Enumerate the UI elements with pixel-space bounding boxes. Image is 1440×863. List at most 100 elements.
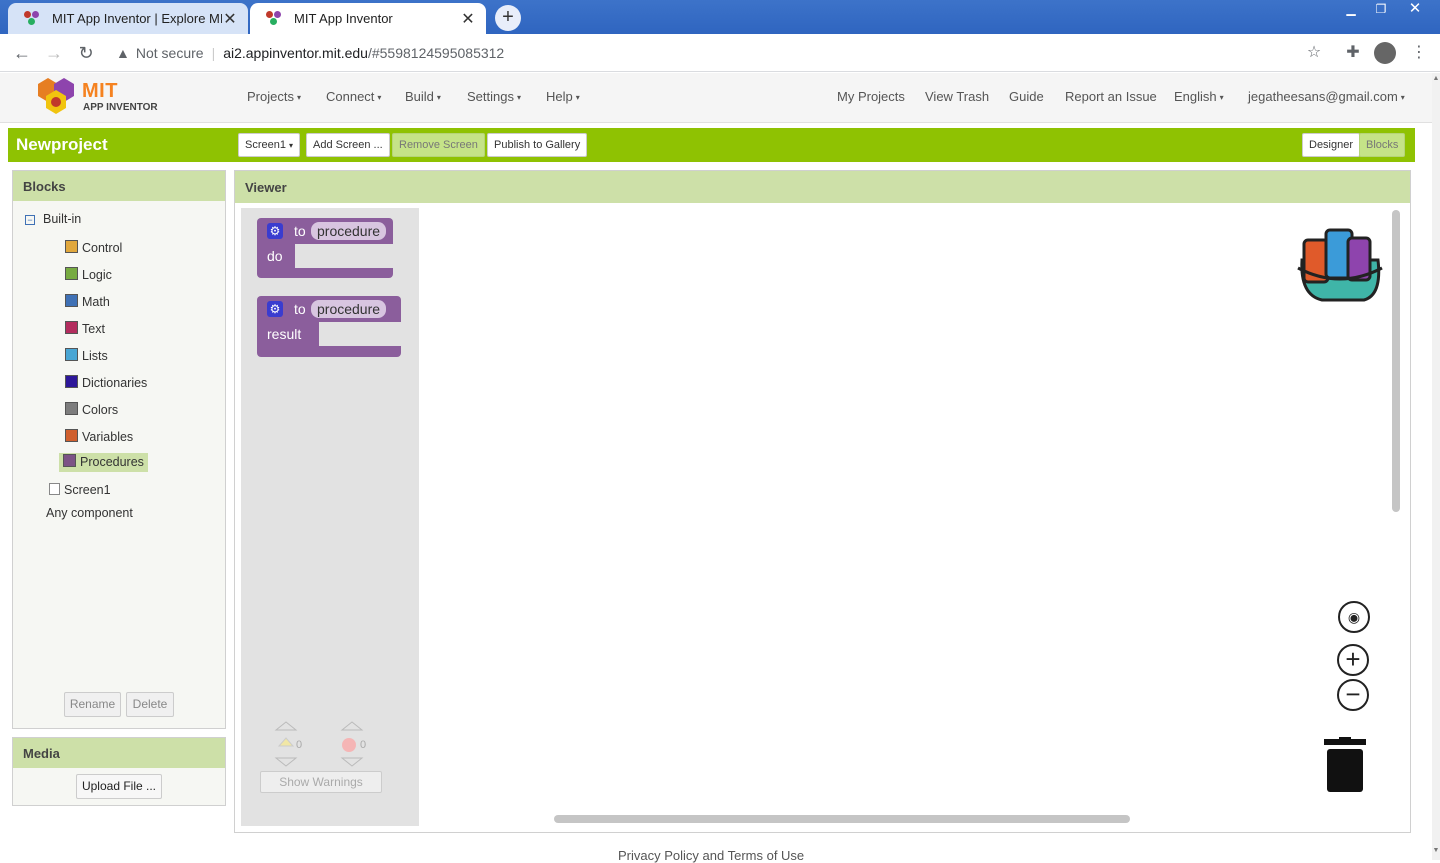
link-report-issue[interactable]: Report an Issue <box>1065 89 1157 104</box>
logo-subtitle: APP INVENTOR <box>83 102 158 113</box>
blocks-panel-title: Blocks <box>13 171 225 201</box>
logo-title: MIT <box>82 80 118 102</box>
zoom-in-icon[interactable]: + <box>1337 644 1369 676</box>
address-bar: ← → ↻ ▲ Not secure | ai2.appinventor.mit… <box>0 34 1440 72</box>
viewer-title: Viewer <box>235 171 1410 203</box>
tab-title: MIT App Inventor | Explore MIT A <box>52 11 222 26</box>
logic-swatch-icon <box>65 267 78 280</box>
procedure-do-block[interactable]: ⚙ to procedure do <box>257 218 394 278</box>
backpack-icon[interactable] <box>1292 220 1384 306</box>
forward-icon[interactable]: → <box>40 40 68 66</box>
url-hash: /#5598124595085312 <box>367 45 505 61</box>
close-tab-icon[interactable]: ✕ <box>460 9 476 29</box>
category-control[interactable]: Control <box>65 240 122 255</box>
browser-menu-icon[interactable]: ⋮ <box>1408 42 1430 64</box>
block2-name-field[interactable]: procedure <box>311 300 387 318</box>
lists-swatch-icon <box>65 348 78 361</box>
errors-indicator[interactable]: 0 <box>340 720 370 770</box>
block2-result-label: result <box>267 326 302 342</box>
block1-name-field[interactable]: procedure <box>311 222 387 240</box>
warning-icon: ▲ <box>116 45 130 61</box>
category-colors[interactable]: Colors <box>65 402 118 417</box>
warning-nav-arrows-icon <box>274 721 298 767</box>
trash-icon[interactable] <box>1322 737 1368 793</box>
close-window-icon[interactable]: ✕ <box>1398 0 1432 20</box>
builtin-tree-node[interactable]: − Built-in <box>25 212 81 226</box>
restore-icon[interactable]: ❐ <box>1364 0 1398 20</box>
screen-icon <box>49 483 60 495</box>
close-tab-icon[interactable]: ✕ <box>222 9 238 29</box>
mit-app-inventor-logo[interactable]: MIT APP INVENTOR <box>36 76 166 118</box>
control-swatch-icon <box>65 240 78 253</box>
menu-settings[interactable]: Settings ▾ <box>467 89 521 104</box>
browser-tab-1[interactable]: MIT App Inventor | Explore MIT A ✕ <box>8 3 248 34</box>
new-tab-button[interactable]: + <box>495 5 521 31</box>
extensions-icon[interactable]: ✚ <box>1342 42 1364 64</box>
designer-button[interactable]: Designer <box>1302 133 1361 157</box>
zoom-out-icon[interactable]: − <box>1337 679 1369 711</box>
show-warnings-button[interactable]: Show Warnings <box>260 771 382 793</box>
url-field[interactable]: ▲ Not secure | ai2.appinventor.mit.edu /… <box>108 39 1333 67</box>
tab-title: MIT App Inventor <box>294 11 393 26</box>
account-menu[interactable]: jegatheesans@gmail.com ▾ <box>1248 89 1405 104</box>
upload-file-button[interactable]: Upload File ... <box>76 774 162 799</box>
gear-icon[interactable]: ⚙ <box>267 301 283 317</box>
security-label: Not secure <box>135 45 204 61</box>
privacy-terms-link[interactable]: Privacy Policy and Terms of Use <box>618 848 804 863</box>
app-header: MIT APP INVENTOR Projects ▾ Connect ▾ Buil… <box>0 73 1432 123</box>
language-menu[interactable]: English ▾ <box>1174 89 1224 104</box>
scroll-down-icon[interactable]: ▼ <box>1432 847 1440 854</box>
blocks-button[interactable]: Blocks <box>1359 133 1406 157</box>
scroll-up-icon[interactable]: ▲ <box>1432 75 1440 82</box>
back-icon[interactable]: ← <box>8 40 36 66</box>
category-procedures[interactable]: Procedures <box>59 453 148 472</box>
block1-footer <box>257 268 393 278</box>
recenter-icon[interactable]: ◉ <box>1338 601 1370 633</box>
link-guide[interactable]: Guide <box>1009 89 1044 104</box>
delete-button[interactable]: Delete <box>126 692 174 717</box>
menu-build[interactable]: Build ▾ <box>405 89 441 104</box>
procedures-swatch-icon <box>63 454 76 467</box>
category-logic[interactable]: Logic <box>65 267 112 282</box>
viewer-horizontal-scrollbar[interactable] <box>554 815 1130 823</box>
procedure-result-block[interactable]: ⚙ to procedure result <box>257 296 402 357</box>
builtin-label: Built-in <box>43 212 82 226</box>
remove-screen-button[interactable]: Remove Screen <box>392 133 485 157</box>
logo-icon <box>38 78 74 114</box>
browser-tab-2[interactable]: MIT App Inventor ✕ <box>250 3 486 34</box>
bookmark-star-icon[interactable]: ☆ <box>1303 42 1325 64</box>
category-text[interactable]: Text <box>65 321 105 336</box>
rename-button[interactable]: Rename <box>64 692 121 717</box>
collapse-icon[interactable]: − <box>25 215 35 225</box>
screen1-tree-node[interactable]: Screen1 <box>49 483 111 497</box>
add-screen-button[interactable]: Add Screen ... <box>306 133 390 157</box>
link-my-projects[interactable]: My Projects <box>837 89 905 104</box>
errors-count: 0 <box>360 739 367 751</box>
menu-projects[interactable]: Projects ▾ <box>247 89 301 104</box>
reload-icon[interactable]: ↻ <box>72 40 100 66</box>
warnings-count: 0 <box>296 739 303 751</box>
variables-swatch-icon <box>65 429 78 442</box>
menu-connect[interactable]: Connect ▾ <box>326 89 381 104</box>
gear-icon[interactable]: ⚙ <box>267 223 283 239</box>
minimize-icon[interactable]: ▁ <box>1334 0 1368 20</box>
browser-titlebar: MIT App Inventor | Explore MIT A ✕ MIT A… <box>0 0 1440 34</box>
block2-to-label: to <box>294 301 306 317</box>
category-math[interactable]: Math <box>65 294 110 309</box>
any-component-node[interactable]: Any component <box>46 506 133 520</box>
category-variables[interactable]: Variables <box>65 429 133 444</box>
profile-avatar[interactable] <box>1374 42 1396 64</box>
publish-gallery-button[interactable]: Publish to Gallery <box>487 133 588 157</box>
block1-do-label: do <box>267 248 283 264</box>
category-lists[interactable]: Lists <box>65 348 108 363</box>
page-scrollbar[interactable]: ▲ ▼ <box>1432 73 1440 860</box>
viewer-vertical-scrollbar[interactable] <box>1392 210 1400 512</box>
project-toolbar: Newproject Screen1 ▾ Add Screen ... Remo… <box>8 128 1415 162</box>
link-view-trash[interactable]: View Trash <box>925 89 989 104</box>
block1-to-label: to <box>294 223 306 239</box>
warnings-indicator[interactable]: 0 <box>274 720 304 770</box>
category-dictionaries[interactable]: Dictionaries <box>65 375 147 390</box>
menu-help[interactable]: Help ▾ <box>546 89 580 104</box>
screen-select[interactable]: Screen1 ▾ <box>238 133 301 157</box>
url-host: ai2.appinventor.mit.edu <box>223 45 368 61</box>
